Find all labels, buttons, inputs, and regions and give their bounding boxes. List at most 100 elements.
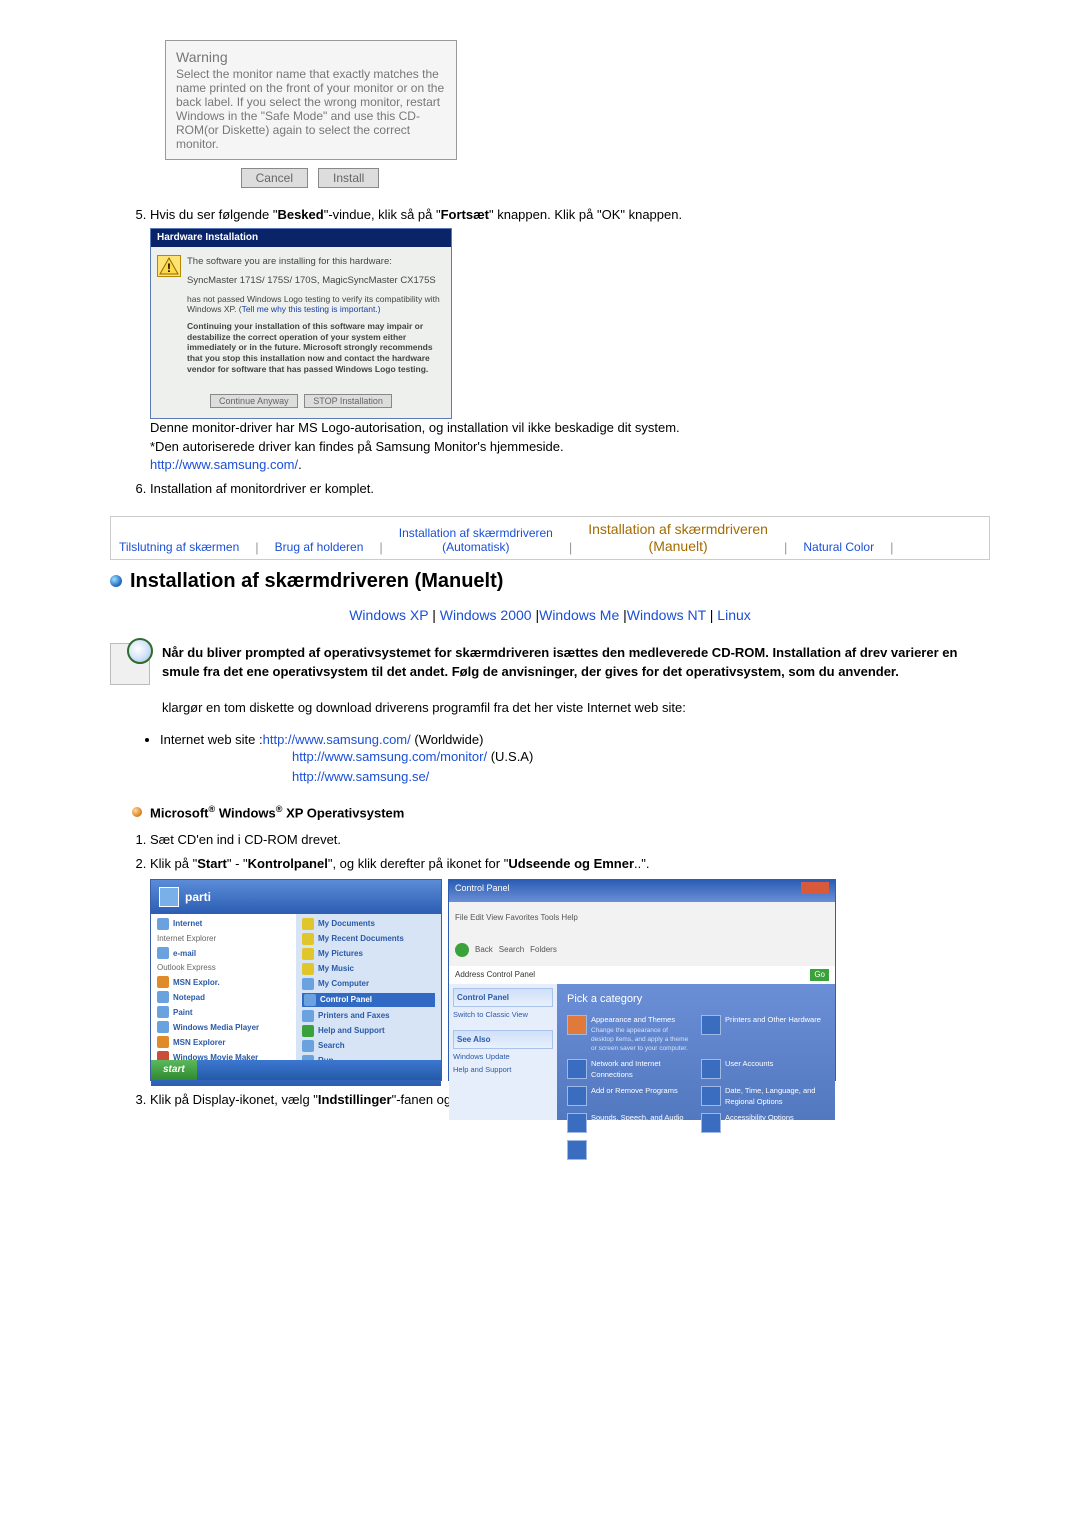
xp-screenshots-row: parti Internet Internet Explorer e-mail … <box>150 879 990 1081</box>
cp-help-support[interactable]: Help and Support <box>453 1065 553 1076</box>
os-link-xp[interactable]: Windows XP <box>349 607 428 623</box>
cp-cat-sounds[interactable]: Sounds, Speech, and Audio Devices <box>567 1113 691 1134</box>
cancel-button[interactable]: Cancel <box>241 168 308 188</box>
control-panel-screenshot: Control Panel File Edit View Favorites T… <box>448 879 836 1081</box>
warning-title: Warning <box>176 49 446 65</box>
step5-note2: *Den autoriserede driver kan findes på S… <box>150 438 990 456</box>
sm-my-pictures[interactable]: My Pictures <box>302 948 435 960</box>
sm-user-header: parti <box>151 880 441 914</box>
start-button[interactable]: start <box>151 1060 197 1080</box>
os-nav: Windows XP | Windows 2000 |Windows Me |W… <box>110 607 990 623</box>
section-title: Installation af skærmdriveren (Manuelt) <box>130 570 503 593</box>
tab-driver-manual[interactable]: Installation af skærmdriveren(Manuelt) <box>588 521 768 555</box>
cp-cat-performance[interactable]: Performance and Maintenance <box>567 1140 691 1161</box>
tab-holder[interactable]: Brug af holderen <box>275 540 364 554</box>
link-samsung-se[interactable]: http://www.samsung.se/ <box>292 769 429 784</box>
cp-cat-datetime[interactable]: Date, Time, Language, and Regional Optio… <box>701 1086 825 1107</box>
sm-item-ie-sub: Internet Explorer <box>157 933 290 944</box>
cp-menubar: File Edit View Favorites Tools Help <box>449 902 835 934</box>
sm-right-col: My Documents My Recent Documents My Pict… <box>296 914 441 1062</box>
section-header: Installation af skærmdriveren (Manuelt) <box>110 570 990 593</box>
sm-item-internet[interactable]: Internet <box>157 918 290 930</box>
warning-icon: ! <box>157 255 181 277</box>
stop-installation-button[interactable]: STOP Installation <box>304 394 392 408</box>
sm-item-outlook-sub: Outlook Express <box>157 962 290 973</box>
sm-item-wmp[interactable]: Windows Media Player <box>157 1021 290 1033</box>
sm-control-panel[interactable]: Control Panel <box>302 993 435 1007</box>
intro-row: Når du bliver prompted af operativsystem… <box>110 643 990 685</box>
go-button[interactable]: Go <box>810 969 829 980</box>
sm-my-documents[interactable]: My Documents <box>302 918 435 930</box>
tell-me-link[interactable]: Tell me why this testing is important.) <box>242 304 381 314</box>
back-icon[interactable] <box>455 943 469 957</box>
prepare-text: klargør en tom diskette og download driv… <box>162 699 990 718</box>
cp-see-also: See Also <box>453 1030 553 1049</box>
install-button[interactable]: Install <box>318 168 379 188</box>
xp-step-1: Sæt CD'en ind i CD-ROM drevet. <box>150 831 990 849</box>
sm-my-recent[interactable]: My Recent Documents <box>302 933 435 945</box>
tab-driver-auto[interactable]: Installation af skærmdriveren(Automatisk… <box>399 526 553 555</box>
sm-item-msnex[interactable]: MSN Explorer <box>157 1036 290 1048</box>
os-link-me[interactable]: Windows Me <box>539 607 619 623</box>
cp-addressbar: Address Control Panel Go <box>449 966 835 984</box>
download-sites: Internet web site :http://www.samsung.co… <box>110 732 990 789</box>
cd-icon <box>110 643 150 685</box>
sm-printers[interactable]: Printers and Faxes <box>302 1010 435 1022</box>
continue-anyway-button[interactable]: Continue Anyway <box>210 394 298 408</box>
cp-side-head: Control Panel <box>453 988 553 1007</box>
step5-note1: Denne monitor-driver har MS Logo-autoris… <box>150 419 990 437</box>
link-samsung-world[interactable]: http://www.samsung.com/ <box>263 732 411 747</box>
cp-titlebar: Control Panel <box>449 880 835 902</box>
sm-item-email[interactable]: e-mail <box>157 947 290 959</box>
warning-dialog: Warning Select the monitor name that exa… <box>165 40 457 160</box>
os-bullet-icon <box>132 807 142 817</box>
xp-steps: Sæt CD'en ind i CD-ROM drevet. Klik på "… <box>110 831 990 1110</box>
cp-cat-accessibility[interactable]: Accessibility Options <box>701 1113 825 1134</box>
cp-cat-network[interactable]: Network and Internet Connections <box>567 1059 691 1080</box>
cp-cat-addremove[interactable]: Add or Remove Programs <box>567 1086 691 1107</box>
sm-item-msn[interactable]: MSN Explor. <box>157 976 290 988</box>
cp-windows-update[interactable]: Windows Update <box>453 1052 553 1063</box>
search-icon[interactable]: Search <box>499 944 524 955</box>
sm-item-notepad[interactable]: Notepad <box>157 991 290 1003</box>
hwinstall-buttons: Continue Anyway STOP Installation <box>151 388 451 418</box>
sm-help[interactable]: Help and Support <box>302 1025 435 1037</box>
folders-icon[interactable]: Folders <box>530 944 557 955</box>
cp-cat-printers[interactable]: Printers and Other Hardware <box>701 1015 825 1053</box>
cp-switch-classic[interactable]: Switch to Classic View <box>453 1010 553 1021</box>
hardware-installation-dialog: Hardware Installation ! The software you… <box>150 228 452 419</box>
cp-cat-appearance[interactable]: Appearance and ThemesChange the appearan… <box>567 1015 691 1053</box>
cp-main: Pick a category Appearance and ThemesCha… <box>557 984 835 1120</box>
sm-my-music[interactable]: My Music <box>302 963 435 975</box>
step-6: Installation af monitordriver er komplet… <box>150 480 990 498</box>
close-icon[interactable] <box>801 882 829 894</box>
start-menu-screenshot: parti Internet Internet Explorer e-mail … <box>150 879 442 1081</box>
sm-item-paint[interactable]: Paint <box>157 1006 290 1018</box>
step-5: Hvis du ser følgende "Besked"-vindue, kl… <box>150 206 990 474</box>
sm-search[interactable]: Search <box>302 1040 435 1052</box>
warning-buttons-row: Cancel Install <box>165 160 455 196</box>
os-link-nt[interactable]: Windows NT <box>627 607 706 623</box>
hwinstall-body: ! The software you are installing for th… <box>151 247 451 388</box>
tab-connect[interactable]: Tilslutning af skærmen <box>119 540 239 554</box>
taskbar: start <box>151 1060 441 1080</box>
cp-cat-users[interactable]: User Accounts <box>701 1059 825 1080</box>
samsung-link[interactable]: http://www.samsung.com/ <box>150 457 298 472</box>
sm-left-col: Internet Internet Explorer e-mail Outloo… <box>151 914 296 1062</box>
install-steps-part1: Hvis du ser følgende "Besked"-vindue, kl… <box>110 206 990 498</box>
cp-category-grid: Appearance and ThemesChange the appearan… <box>567 1015 825 1161</box>
os-link-linux[interactable]: Linux <box>717 607 750 623</box>
svg-text:!: ! <box>167 261 171 275</box>
os-link-2000[interactable]: Windows 2000 <box>440 607 532 623</box>
tab-natural-color[interactable]: Natural Color <box>803 540 874 554</box>
warning-body: Select the monitor name that exactly mat… <box>176 67 446 151</box>
xp-step-2: Klik på "Start" - "Kontrolpanel", og kli… <box>150 855 990 1081</box>
link-samsung-monitor[interactable]: http://www.samsung.com/monitor/ <box>292 749 487 764</box>
cp-sidebar: Control Panel Switch to Classic View See… <box>449 984 557 1120</box>
site-row: Internet web site :http://www.samsung.co… <box>160 732 990 789</box>
hwinstall-titlebar: Hardware Installation <box>151 229 451 247</box>
doc-tabs: Tilslutning af skærmen | Brug af holdere… <box>110 516 990 560</box>
intro-text: Når du bliver prompted af operativsystem… <box>162 643 990 682</box>
sm-my-computer[interactable]: My Computer <box>302 978 435 990</box>
cp-pick-category: Pick a category <box>567 992 825 1007</box>
